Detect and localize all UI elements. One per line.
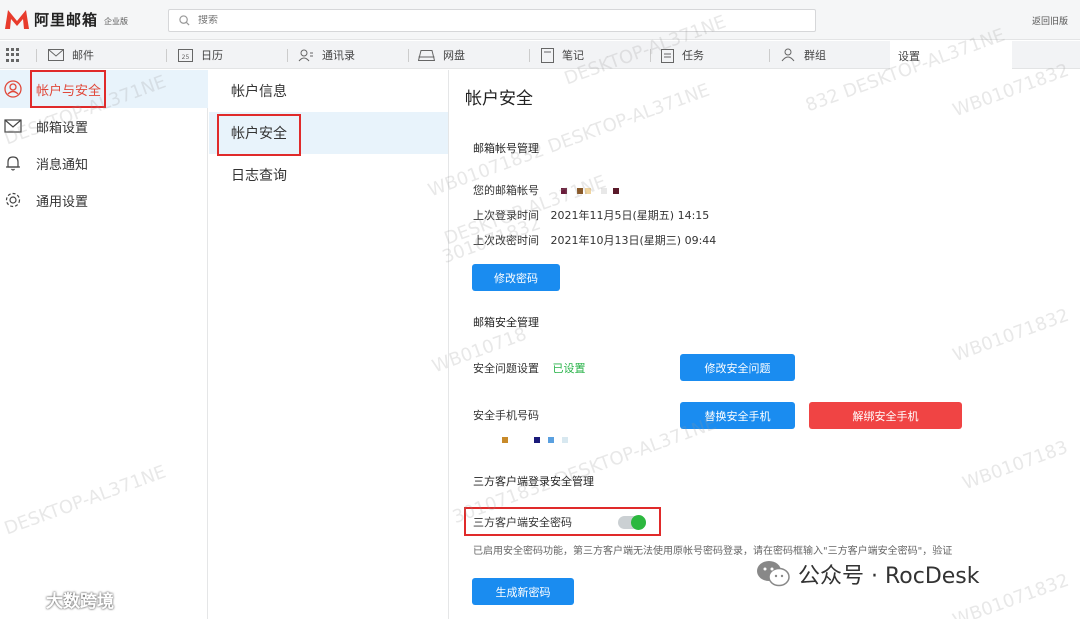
mail-icon bbox=[48, 49, 64, 61]
back-to-old-link[interactable]: 返回旧版 bbox=[1032, 14, 1068, 27]
note-icon bbox=[541, 47, 554, 63]
svg-text:25: 25 bbox=[182, 54, 190, 61]
nav-mail[interactable]: 邮件 bbox=[48, 41, 94, 69]
gear-icon bbox=[5, 192, 21, 208]
wechat-brand: 公众号 · RocDesk bbox=[756, 558, 980, 590]
nav-label: 笔记 bbox=[562, 49, 584, 62]
task-icon bbox=[661, 48, 674, 63]
user-icon bbox=[4, 80, 22, 98]
nav-label: 日历 bbox=[201, 49, 223, 62]
generate-password-button[interactable]: 生成新密码 bbox=[472, 578, 574, 605]
nav-label: 任务 bbox=[682, 49, 704, 62]
search-box[interactable] bbox=[168, 9, 816, 32]
redacted-phone-value bbox=[502, 437, 568, 443]
edition-tag: 企业版 bbox=[104, 16, 129, 26]
app-nav: 邮件 25 日历 通讯录 网盘 笔记 任务 群组 设置 bbox=[0, 41, 1080, 70]
mail-logo-icon bbox=[5, 10, 29, 29]
nav-label: 网盘 bbox=[443, 49, 465, 62]
nav-label: 设置 bbox=[898, 49, 920, 63]
contacts-icon bbox=[298, 49, 313, 61]
corner-brand-text: 大数跨境 bbox=[46, 592, 114, 612]
calendar-icon: 25 bbox=[178, 49, 193, 62]
sidebar-item-notifications[interactable]: 消息通知 bbox=[0, 144, 208, 182]
nav-divider bbox=[36, 49, 37, 62]
section-heading-thirdparty: 三方客户端登录安全管理 bbox=[473, 475, 594, 488]
search-icon bbox=[179, 15, 190, 26]
last-password-label: 上次改密时间 bbox=[473, 234, 539, 247]
sidebar-item-mailbox-settings[interactable]: 邮箱设置 bbox=[0, 107, 208, 145]
security-question-status: 已设置 bbox=[552, 362, 586, 375]
security-question-row: 安全问题设置 已设置 bbox=[473, 360, 586, 376]
account-row: 您的邮箱帐号 bbox=[473, 182, 691, 198]
sidebar-item-general[interactable]: 通用设置 bbox=[0, 181, 208, 219]
corner-brand: 大数跨境 bbox=[8, 587, 114, 612]
subnav-log-query[interactable]: 日志查询 bbox=[209, 154, 448, 196]
nav-tasks[interactable]: 任务 bbox=[661, 41, 704, 69]
brand-name: 阿里邮箱 bbox=[34, 10, 99, 29]
apps-grid-icon[interactable] bbox=[6, 48, 20, 62]
group-icon bbox=[781, 48, 795, 62]
last-login-row: 上次登录时间 2021年11月5日(星期五) 14:15 bbox=[473, 207, 709, 223]
replace-phone-button[interactable]: 替换安全手机 bbox=[680, 402, 795, 429]
security-panel: 帐户安全 邮箱帐号管理 您的邮箱帐号 上次登录时间 2021年11月5日(星期五… bbox=[450, 70, 1080, 619]
nav-settings[interactable]: 设置 bbox=[890, 41, 1012, 70]
brand-logo-icon bbox=[9, 591, 36, 608]
last-login-label: 上次登录时间 bbox=[473, 209, 539, 222]
redacted-account-value bbox=[560, 188, 619, 194]
wechat-brand-text: 公众号 · RocDesk bbox=[798, 564, 980, 589]
top-bar: 阿里邮箱 企业版 返回旧版 bbox=[0, 0, 1080, 40]
drive-icon bbox=[418, 50, 435, 61]
bell-icon bbox=[6, 156, 20, 171]
wechat-icon bbox=[757, 561, 790, 587]
nav-notes[interactable]: 笔记 bbox=[541, 41, 584, 69]
last-login-value: 2021年11月5日(星期五) 14:15 bbox=[550, 209, 710, 222]
sidebar-item-label: 通用设置 bbox=[36, 194, 89, 210]
section-heading-security: 邮箱安全管理 bbox=[473, 316, 539, 329]
page-title: 帐户安全 bbox=[465, 89, 533, 109]
thirdparty-note: 已启用安全密码功能，第三方客户端无法使用原帐号密码登录，请在密码框输入"三方客户… bbox=[473, 546, 953, 557]
brand-logo[interactable]: 阿里邮箱 企业版 bbox=[4, 8, 128, 30]
last-password-value: 2021年10月13日(星期三) 09:44 bbox=[550, 234, 717, 247]
account-label: 您的邮箱帐号 bbox=[473, 184, 539, 197]
nav-drive[interactable]: 网盘 bbox=[418, 41, 465, 69]
settings-sidebar: 帐户与安全 邮箱设置 消息通知 通用设置 bbox=[0, 70, 208, 619]
change-security-question-button[interactable]: 修改安全问题 bbox=[680, 354, 795, 381]
nav-calendar[interactable]: 25 日历 bbox=[178, 41, 223, 69]
nav-contacts[interactable]: 通讯录 bbox=[298, 41, 355, 69]
sidebar-item-label: 邮箱设置 bbox=[36, 120, 89, 136]
unbind-phone-button[interactable]: 解绑安全手机 bbox=[809, 402, 962, 429]
search-input[interactable] bbox=[198, 15, 758, 26]
security-phone-label: 安全手机号码 bbox=[473, 409, 539, 422]
nav-label: 邮件 bbox=[72, 49, 94, 62]
envelope-icon bbox=[4, 119, 22, 133]
nav-groups[interactable]: 群组 bbox=[780, 41, 826, 69]
highlight-box-toggle bbox=[464, 507, 661, 536]
sidebar-item-label: 消息通知 bbox=[36, 157, 89, 173]
change-password-button[interactable]: 修改密码 bbox=[472, 264, 560, 291]
security-question-label: 安全问题设置 bbox=[473, 362, 539, 375]
nav-label: 群组 bbox=[804, 49, 826, 62]
last-password-change-row: 上次改密时间 2021年10月13日(星期三) 09:44 bbox=[473, 232, 716, 248]
highlight-box-subnav bbox=[217, 114, 301, 156]
highlight-box-sidebar bbox=[30, 70, 106, 108]
nav-label: 通讯录 bbox=[322, 49, 355, 62]
subnav-account-info[interactable]: 帐户信息 bbox=[209, 70, 448, 112]
section-heading-mailbox: 邮箱帐号管理 bbox=[473, 142, 539, 155]
